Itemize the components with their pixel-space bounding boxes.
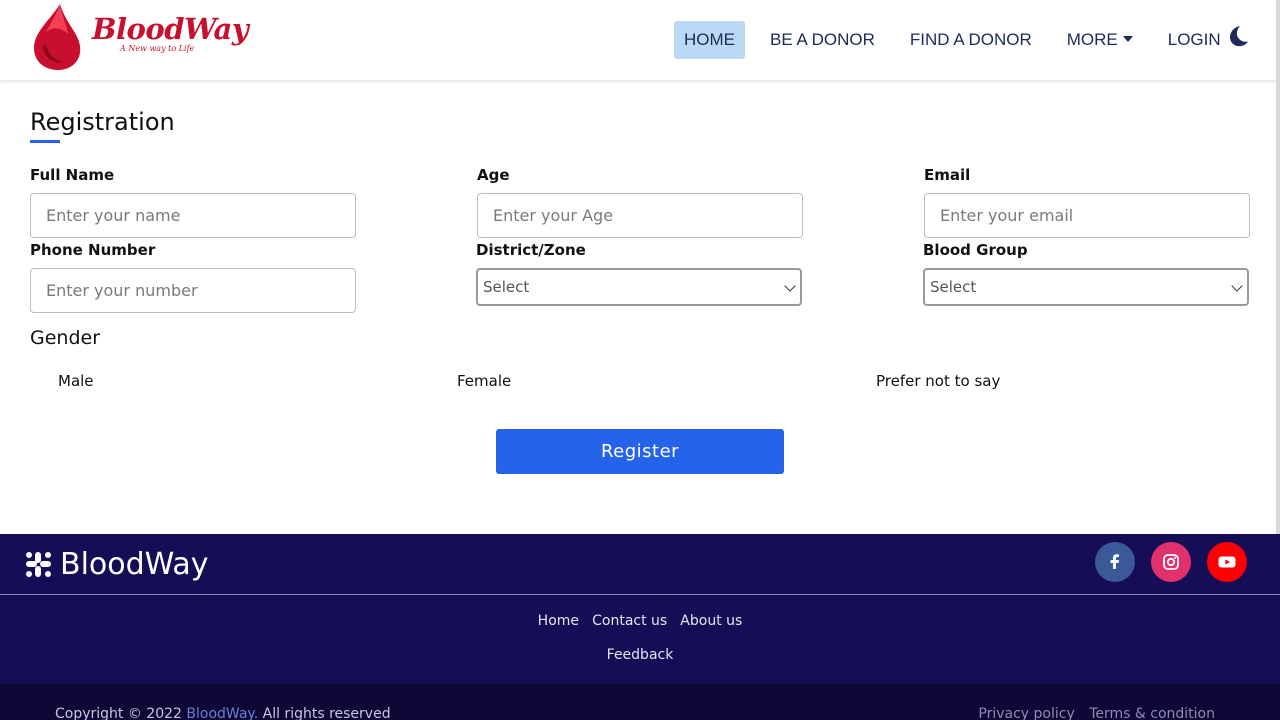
gender-option-prefer-not-to-say[interactable]: Prefer not to say xyxy=(876,372,1000,390)
email-label: Email xyxy=(924,166,971,184)
footer-brand[interactable]: BloodWay xyxy=(25,547,209,582)
district-label: District/Zone xyxy=(476,241,586,259)
nav-home[interactable]: HOME xyxy=(674,21,745,59)
instagram-button[interactable] xyxy=(1151,542,1191,582)
full-name-label: Full Name xyxy=(30,166,115,184)
footer-links: Home Contact us About us xyxy=(0,610,1280,629)
terms-link[interactable]: Terms & condition xyxy=(1089,706,1215,720)
register-button[interactable]: Register xyxy=(496,429,784,474)
site-footer: BloodWay Home Contact us About us Feedba… xyxy=(0,534,1280,684)
district-select[interactable]: Select xyxy=(476,268,802,306)
age-label: Age xyxy=(477,166,510,184)
scrollbar[interactable] xyxy=(1276,0,1280,534)
main-nav: HOME BE A DONOR FIND A DONOR MORE LOGIN xyxy=(674,21,1246,59)
footer-link-about[interactable]: About us xyxy=(680,613,742,629)
nav-find-a-donor[interactable]: FIND A DONOR xyxy=(900,21,1042,59)
copyright-text: Copyright © 2022 BloodWay. All rights re… xyxy=(55,706,391,720)
blood-drop-icon xyxy=(34,4,81,70)
gender-option-female[interactable]: Female xyxy=(457,372,511,390)
moon-icon[interactable] xyxy=(1226,24,1250,48)
phone-input[interactable] xyxy=(30,268,356,313)
copyright-prefix: Copyright © 2022 xyxy=(55,706,182,720)
blood-group-select-value: Select xyxy=(930,278,977,296)
youtube-icon xyxy=(1218,556,1236,568)
facebook-icon xyxy=(1110,554,1119,569)
legal-links: Privacy policy Terms & condition xyxy=(968,706,1215,720)
brand-logo-text: BloodWay xyxy=(92,12,249,46)
footer-link-home[interactable]: Home xyxy=(538,613,579,629)
top-navbar: BloodWay A New way to Life HOME BE A DON… xyxy=(0,0,1280,80)
facebook-button[interactable] xyxy=(1095,542,1135,582)
nav-more[interactable]: MORE xyxy=(1057,21,1143,59)
copyright-suffix: All rights reserved xyxy=(262,706,391,720)
gender-option-male[interactable]: Male xyxy=(58,372,94,390)
footer-divider xyxy=(0,594,1280,595)
slack-logo-icon xyxy=(26,552,51,577)
email-input[interactable] xyxy=(924,193,1250,238)
caret-down-icon xyxy=(1122,35,1133,42)
brand-tagline: A New way to Life xyxy=(120,44,195,53)
nav-more-label: MORE xyxy=(1066,30,1118,49)
footer-link-feedback[interactable]: Feedback xyxy=(0,647,1280,663)
nav-login[interactable]: LOGIN xyxy=(1158,21,1231,59)
age-input[interactable] xyxy=(477,193,803,238)
title-underline xyxy=(30,140,60,143)
chevron-down-icon xyxy=(1231,280,1243,292)
district-select-value: Select xyxy=(483,278,530,296)
nav-be-a-donor[interactable]: BE A DONOR xyxy=(760,21,885,59)
blood-group-label: Blood Group xyxy=(923,241,1028,259)
phone-label: Phone Number xyxy=(30,241,156,259)
brand-logo[interactable]: BloodWay A New way to Life xyxy=(30,2,249,74)
instagram-icon xyxy=(1163,554,1179,570)
page-title: Registration xyxy=(30,108,175,136)
privacy-policy-link[interactable]: Privacy policy xyxy=(978,706,1074,720)
copyright-bar: Copyright © 2022 BloodWay. All rights re… xyxy=(0,684,1280,720)
youtube-button[interactable] xyxy=(1207,542,1247,582)
copyright-brand-link[interactable]: BloodWay. xyxy=(186,706,258,720)
chevron-down-icon xyxy=(784,280,796,292)
footer-brand-text: BloodWay xyxy=(60,547,209,582)
footer-link-contact[interactable]: Contact us xyxy=(592,613,667,629)
full-name-input[interactable] xyxy=(30,193,356,238)
blood-group-select[interactable]: Select xyxy=(923,268,1249,306)
gender-heading: Gender xyxy=(30,327,101,349)
